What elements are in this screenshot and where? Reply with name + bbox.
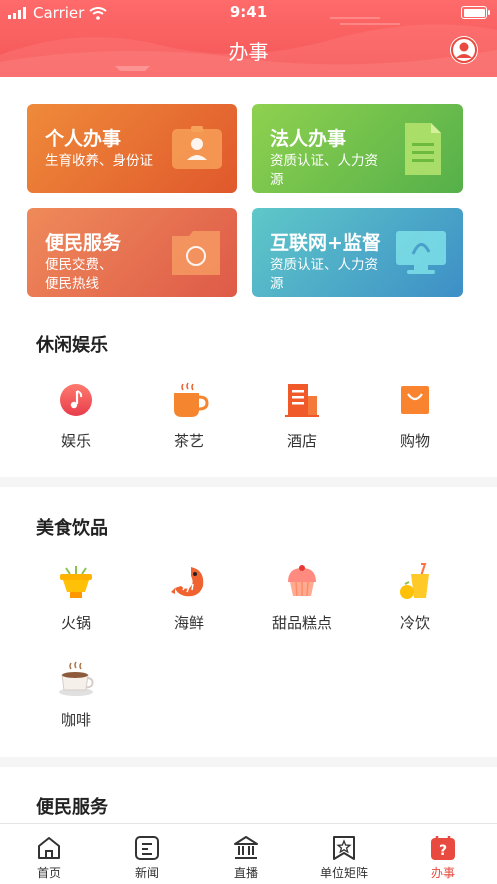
card-personal[interactable]: 个人办事 生育收养、身份证 (27, 104, 237, 193)
document-icon (405, 123, 441, 175)
header-bar: Carrier 9:41 办事 (0, 0, 497, 77)
item-label: 购物 (399, 432, 430, 450)
section-food-drinks: 美食饮品 火锅 海鲜 甜品糕点 冷饮 咖啡 (0, 487, 497, 757)
item-coffee[interactable]: 咖啡 (36, 659, 116, 730)
id-card-icon (172, 126, 222, 169)
item-label: 火锅 (60, 614, 91, 632)
item-seafood[interactable]: 海鲜 (149, 562, 229, 633)
card-title: 便民服务 (45, 232, 122, 254)
tab-bar: 首页 新闻 直播 单位矩阵 ? 办事 (0, 823, 497, 884)
tab-label: 办事 (430, 866, 455, 880)
item-label: 咖啡 (60, 711, 91, 729)
folder-compass-icon (172, 231, 220, 275)
section-title: 休闲娱乐 (36, 335, 108, 356)
tab-live[interactable]: 直播 (206, 824, 286, 881)
svg-text:?: ? (439, 843, 447, 859)
item-hotpot[interactable]: 火锅 (36, 562, 116, 633)
hotel-icon (285, 384, 319, 417)
card-internet-supervision[interactable]: 互联网+监督 资质认证、人力资源 (252, 208, 463, 297)
card-convenience[interactable]: 便民服务 便民交费、便民热线 (27, 208, 237, 297)
item-shopping[interactable]: 购物 (375, 380, 455, 451)
section-title: 便民服务 (36, 797, 108, 818)
card-subtitle: 资质认证、人力资源 (270, 257, 378, 292)
music-icon (60, 384, 92, 416)
battery-icon (461, 6, 490, 19)
cold-drink-icon (400, 563, 429, 599)
item-label: 酒店 (286, 432, 317, 450)
coffee-icon (59, 661, 94, 696)
item-label: 甜品糕点 (271, 614, 332, 632)
matrix-icon (333, 836, 355, 860)
live-icon (234, 836, 258, 859)
hotpot-icon (60, 566, 92, 598)
card-subtitle: 生育收养、身份证 (45, 153, 153, 169)
section-title: 美食饮品 (36, 518, 108, 539)
item-cold-drink[interactable]: 冷饮 (375, 562, 455, 633)
section-convenience: 便民服务 (0, 767, 497, 823)
item-entertainment[interactable]: 娱乐 (36, 380, 116, 451)
section-leisure: 休闲娱乐 娱乐 茶艺 酒店 购物 (0, 300, 497, 477)
item-label: 娱乐 (60, 432, 91, 450)
tab-label: 直播 (233, 866, 258, 880)
user-icon (451, 37, 477, 63)
tea-cup-icon (174, 382, 209, 417)
shrimp-icon (171, 567, 204, 597)
page-title: 办事 (228, 40, 269, 64)
tab-label: 新闻 (134, 866, 159, 880)
card-subtitle: 资质认证、人力资源 (270, 153, 378, 188)
tab-news[interactable]: 新闻 (107, 824, 187, 881)
tab-label: 首页 (36, 866, 61, 880)
item-label: 茶艺 (173, 432, 204, 450)
status-bar: Carrier 9:41 (0, 0, 497, 26)
cupcake-icon (288, 565, 316, 597)
monitor-icon (396, 231, 446, 274)
item-label: 海鲜 (173, 614, 204, 632)
tab-home[interactable]: 首页 (9, 824, 89, 881)
card-title: 个人办事 (45, 128, 122, 150)
tab-service[interactable]: ? 办事 (403, 824, 483, 881)
tab-label: 单位矩阵 (319, 866, 368, 880)
news-icon (135, 836, 159, 860)
tab-unit-matrix[interactable]: 单位矩阵 (304, 824, 384, 881)
item-hotel[interactable]: 酒店 (262, 380, 342, 451)
user-avatar-button[interactable] (450, 36, 478, 64)
card-legal-entity[interactable]: 法人办事 资质认证、人力资源 (252, 104, 463, 193)
item-label: 冷饮 (399, 614, 430, 632)
clock: 9:41 (229, 3, 268, 21)
card-title: 互联网+监督 (270, 232, 381, 254)
home-icon (38, 837, 60, 859)
service-icon: ? (431, 836, 455, 860)
card-title: 法人办事 (270, 128, 347, 150)
item-dessert[interactable]: 甜品糕点 (262, 562, 342, 633)
item-tea[interactable]: 茶艺 (149, 380, 229, 451)
card-subtitle: 便民交费、便民热线 (45, 257, 113, 292)
shopping-bag-icon (401, 386, 429, 414)
